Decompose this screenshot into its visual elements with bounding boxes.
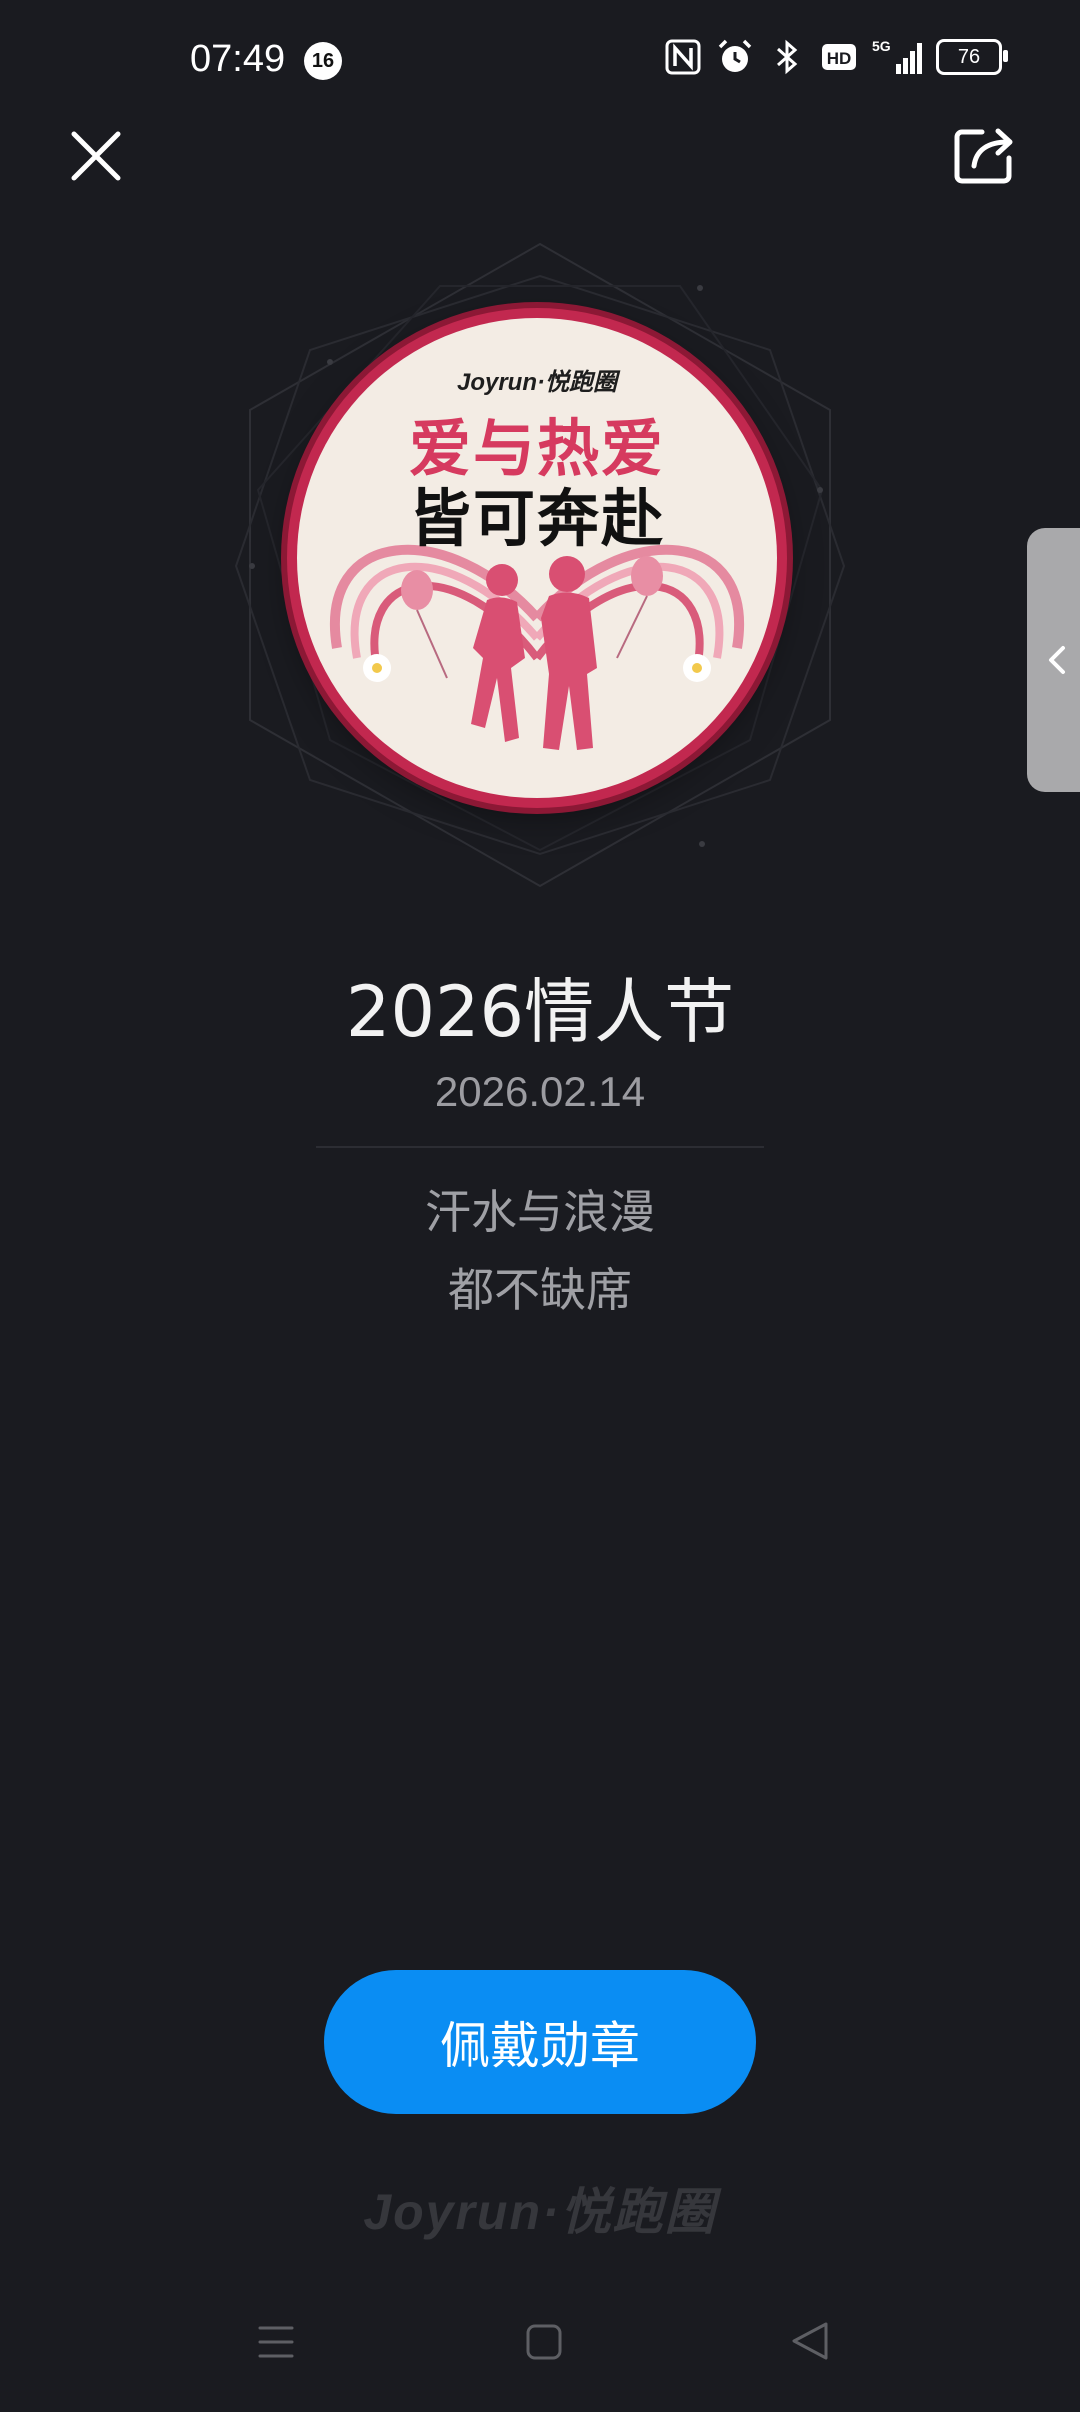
badge-date: 2026.02.14 — [434, 1068, 646, 1115]
medal-slogan-line2: 皆可奔赴 — [408, 482, 665, 555]
badge-description-line2: 都不缺席 — [448, 1263, 632, 1317]
share-icon[interactable] — [952, 124, 1018, 186]
back-icon[interactable] — [788, 2318, 834, 2364]
badge-description-line1: 汗水与浪漫 — [425, 1185, 655, 1239]
status-icons: HD 5G 76 — [664, 38, 1008, 76]
notification-count-badge: 16 — [304, 42, 342, 80]
badge-title: 2026情人节 — [345, 971, 735, 1053]
status-time: 07:49 — [190, 38, 286, 80]
side-drawer-tab[interactable] — [1027, 528, 1080, 792]
battery-level: 76 — [957, 45, 981, 68]
medal-slogan-line1: 爱与热爱 — [408, 412, 665, 485]
svg-text:HD: HD — [827, 49, 852, 68]
close-icon[interactable] — [66, 126, 126, 186]
signal-icon: 5G — [872, 38, 922, 74]
battery-icon: 76 — [936, 39, 1008, 75]
medal-brand-text: Joyrun·悦跑圈 — [456, 369, 617, 396]
alarm-icon — [718, 39, 752, 72]
divider — [316, 1146, 764, 1148]
menu-icon[interactable] — [256, 2322, 296, 2362]
nfc-icon — [665, 39, 701, 75]
medal-image: Joyrun·悦跑圈 爱与热爱 皆可奔赴 — [297, 318, 777, 798]
svg-text:5G: 5G — [872, 38, 891, 54]
wear-badge-button[interactable]: 佩戴勋章 — [324, 1970, 756, 2114]
chevron-left-icon — [1049, 646, 1065, 674]
bluetooth-icon — [777, 39, 798, 75]
home-icon[interactable] — [524, 2322, 564, 2362]
hd-icon: HD — [822, 44, 856, 70]
footer-logo: Joyrun·悦跑圈 — [363, 2184, 717, 2240]
